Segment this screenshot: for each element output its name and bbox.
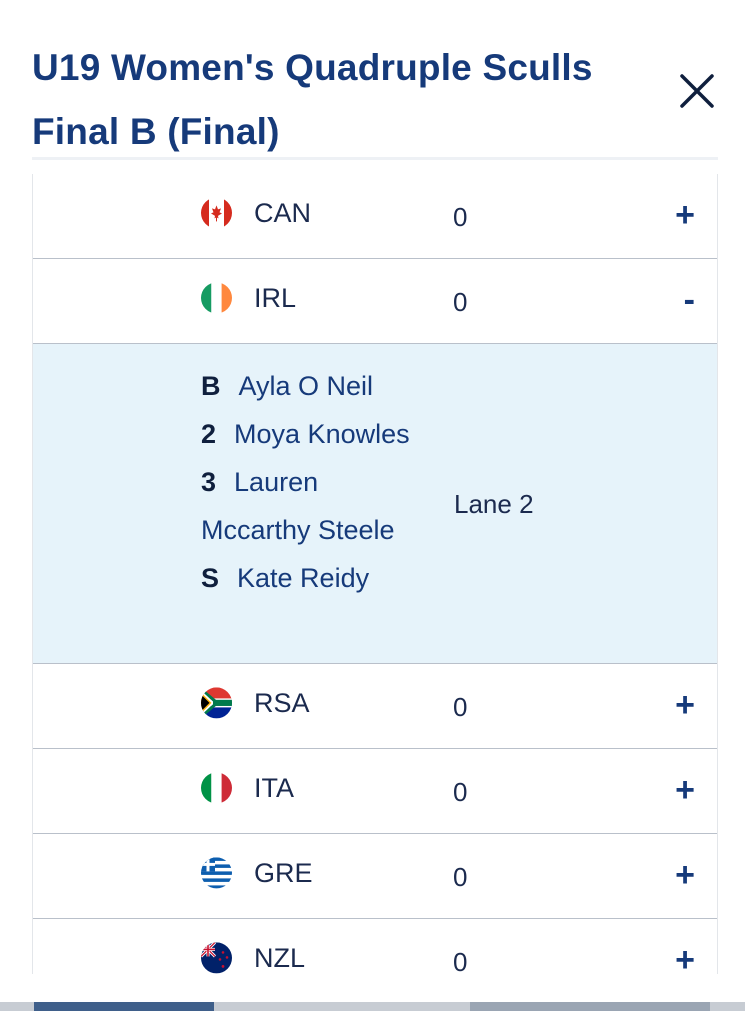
score-value: 0: [453, 202, 468, 232]
expand-button[interactable]: +: [675, 921, 695, 974]
expand-button[interactable]: +: [675, 751, 695, 829]
country-code: CAN: [254, 198, 312, 228]
rower-name: Ayla O Neil: [238, 371, 374, 401]
greece-flag-icon: [201, 857, 232, 889]
south-africa-flag-icon: [201, 687, 232, 719]
italy-flag-icon: [201, 772, 232, 804]
rower-name: Lauren Mccarthy Steele: [201, 467, 395, 545]
lane-label: Lane 2: [454, 489, 534, 519]
crew-member: S Kate Reidy: [201, 554, 431, 602]
crew-member: 2 Moya Knowles: [201, 410, 431, 458]
results-list: CAN 0 + IRL 0 - B Ayla O Neil 2 Moya Knowl…: [32, 174, 718, 974]
rower-name: Kate Reidy: [237, 563, 370, 593]
crew-member: B Ayla O Neil: [201, 362, 431, 410]
page-title: U19 Women's Quadruple Sculls Final B (Fi…: [32, 47, 593, 152]
country-code: RSA: [254, 688, 310, 718]
result-row-irl[interactable]: IRL 0 -: [33, 259, 717, 344]
expand-button[interactable]: +: [675, 176, 695, 254]
modal-header: U19 Women's Quadruple Sculls Final B (Fi…: [32, 32, 718, 160]
crew-details: B Ayla O Neil 2 Moya Knowles 3 Lauren Mccar…: [33, 344, 717, 664]
background-page-strip: [0, 1002, 745, 1011]
seat-label: S: [201, 563, 220, 593]
collapse-button[interactable]: -: [684, 261, 695, 339]
rower-name: Moya Knowles: [234, 419, 410, 449]
seat-label: B: [201, 371, 221, 401]
expand-button[interactable]: +: [675, 666, 695, 744]
score-value: 0: [453, 947, 468, 974]
country-code: ITA: [254, 773, 294, 803]
canada-flag-icon: [201, 197, 232, 229]
result-row-can[interactable]: CAN 0 +: [33, 174, 717, 259]
background-tab: [34, 1002, 214, 1011]
crew-member: 3 Lauren Mccarthy Steele: [201, 458, 431, 554]
result-row-nzl[interactable]: NZL 0 +: [33, 919, 717, 974]
close-icon[interactable]: [676, 70, 718, 112]
crew-list: B Ayla O Neil 2 Moya Knowles 3 Lauren Mccar…: [201, 362, 431, 602]
expand-button[interactable]: +: [675, 836, 695, 914]
seat-label: 3: [201, 467, 217, 497]
score-value: 0: [453, 692, 468, 722]
country-code: GRE: [254, 858, 313, 888]
seat-label: 2: [201, 419, 217, 449]
result-row-rsa[interactable]: RSA 0 +: [33, 664, 717, 749]
result-row-gre[interactable]: GRE 0 +: [33, 834, 717, 919]
score-value: 0: [453, 287, 468, 317]
result-row-ita[interactable]: ITA 0 +: [33, 749, 717, 834]
country-code: IRL: [254, 283, 297, 313]
ireland-flag-icon: [201, 282, 232, 314]
results-modal: U19 Women's Quadruple Sculls Final B (Fi…: [0, 0, 745, 1011]
background-tab: [470, 1002, 710, 1011]
country-code: NZL: [254, 943, 306, 973]
score-value: 0: [453, 862, 468, 892]
score-value: 0: [453, 777, 468, 807]
new-zealand-flag-icon: [201, 942, 232, 974]
